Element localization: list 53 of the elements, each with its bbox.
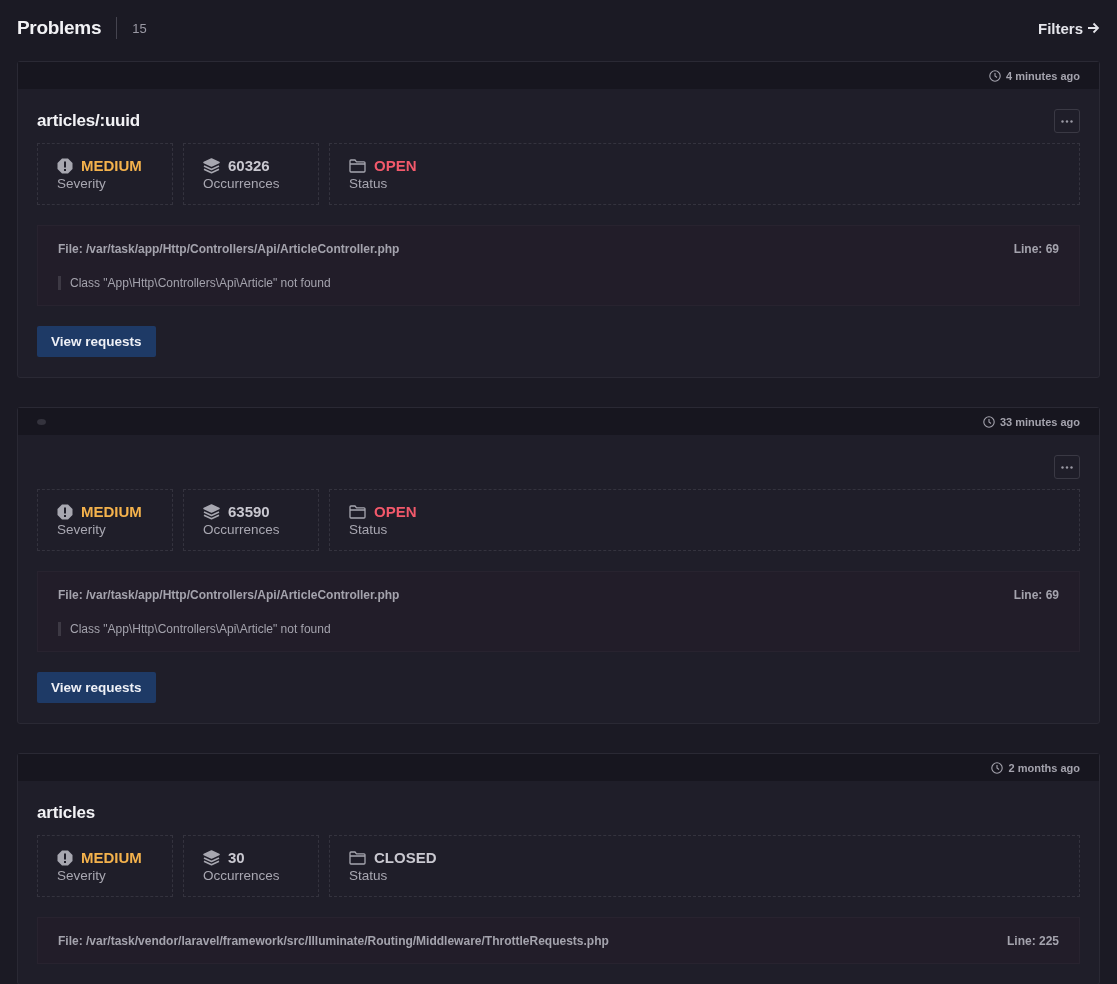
line-number: Line: 225: [1006, 934, 1059, 948]
status-value: OPEN: [374, 157, 417, 174]
occurrences-label: Occurrences: [203, 868, 281, 883]
alert-icon: [57, 503, 73, 520]
arrow-right-icon: [1087, 22, 1100, 34]
status-label: Status: [349, 522, 389, 537]
status-label: Status: [349, 176, 389, 191]
severity-label: Severity: [57, 868, 107, 883]
line-number: Line: 69: [1013, 242, 1059, 256]
folder-icon: [349, 850, 366, 865]
view-requests-button[interactable]: View requests: [37, 326, 156, 357]
file-path: File: /var/task/app/Http/Controllers/Api/ArticleController.php: [58, 242, 400, 256]
status-value: CLOSED: [374, 849, 437, 866]
file-path: File: /var/task/vendor/laravel/framework/src/Illuminate/Routing/Middleware/ThrottleRequests.php: [58, 934, 609, 948]
error-message: Class "App\Http\Controllers\Api\Article" not found: [58, 276, 1059, 290]
alert-icon: [57, 849, 73, 866]
more-icon: [1061, 465, 1073, 469]
more-icon: [1061, 119, 1073, 123]
time-ago: 2 months ago: [1008, 761, 1080, 774]
clock-icon: [982, 415, 995, 428]
layers-icon: [203, 503, 220, 520]
occurrences-value: 63590: [228, 503, 270, 520]
file-path: File: /var/task/app/Http/Controllers/Api/ArticleController.php: [58, 588, 400, 602]
clock-icon: [989, 69, 1002, 82]
occurrences-label: Occurrences: [203, 522, 281, 537]
alert-icon: [57, 157, 73, 174]
time-ago: 33 minutes ago: [999, 415, 1080, 428]
problem-title: articles/:uuid: [37, 111, 140, 131]
layers-icon: [203, 157, 220, 174]
problem-count: 15: [132, 20, 147, 36]
severity-label: Severity: [57, 522, 107, 537]
folder-icon: [349, 158, 366, 173]
layers-icon: [203, 849, 220, 866]
clock-icon: [991, 761, 1004, 774]
error-message: Class "App\Http\Controllers\Api\Article" not found: [58, 622, 1059, 636]
problem-title: articles: [37, 803, 95, 823]
page-title: Problems: [17, 17, 102, 39]
more-button[interactable]: [1054, 455, 1080, 479]
status-label: Status: [349, 868, 389, 883]
filters-link[interactable]: Filters: [1038, 19, 1100, 37]
severity-label: Severity: [57, 176, 107, 191]
occurrences-value: 30: [228, 849, 245, 866]
view-requests-button[interactable]: View requests: [37, 672, 156, 703]
status-value: OPEN: [374, 503, 417, 520]
more-button[interactable]: [1054, 109, 1080, 133]
occurrences-label: Occurrences: [203, 176, 281, 191]
severity-value: MEDIUM: [81, 849, 142, 866]
severity-value: MEDIUM: [81, 157, 142, 174]
occurrences-value: 60326: [228, 157, 270, 174]
folder-icon: [349, 504, 366, 519]
line-number: Line: 69: [1013, 588, 1059, 602]
time-ago: 4 minutes ago: [1006, 69, 1080, 82]
severity-value: MEDIUM: [81, 503, 142, 520]
